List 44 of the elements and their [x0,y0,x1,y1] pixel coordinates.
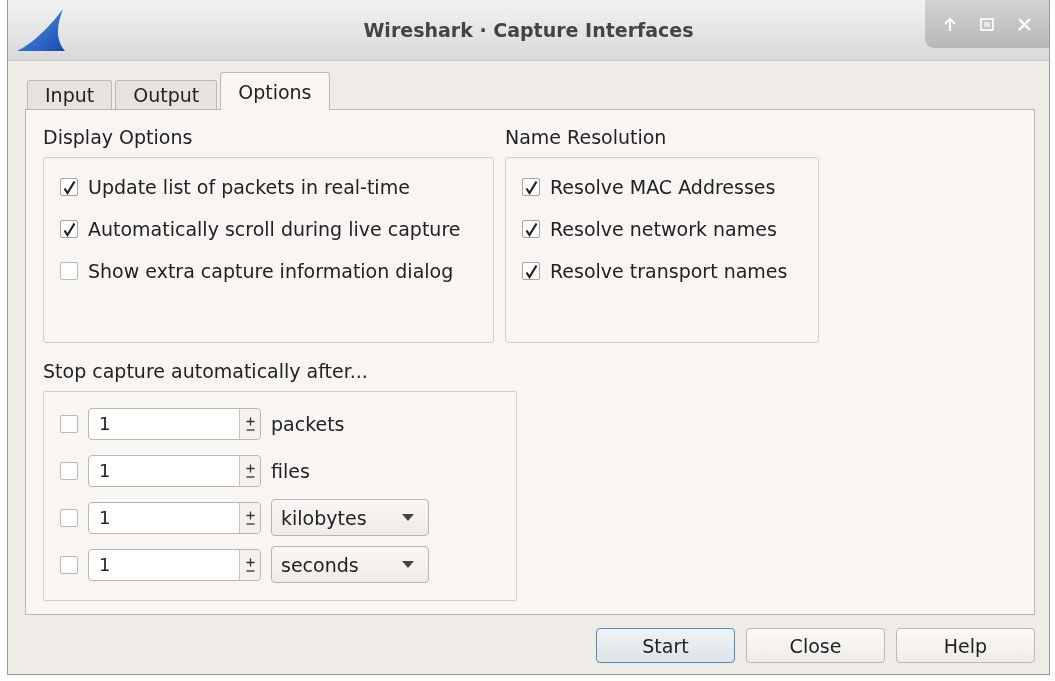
checkbox[interactable] [522,262,540,280]
group-title: Display Options [43,126,194,148]
dropdown-caret-icon [402,514,414,521]
checkbox[interactable] [522,178,540,196]
checkbox[interactable] [60,220,78,238]
tab[interactable]: Input [27,80,113,109]
plus-icon[interactable] [245,510,255,520]
spin-box[interactable]: 1 [88,407,261,440]
checkbox[interactable] [60,414,78,433]
checkbox-label[interactable]: Show extra capture information dialog [88,260,454,282]
spin-box[interactable]: 1 [88,501,261,534]
minus-icon[interactable] [245,522,255,525]
minus-icon[interactable] [245,569,255,572]
window-title: Wireshark · Capture Interfaces [363,19,694,41]
checkbox-label[interactable]: Automatically scroll during live capture [88,218,461,240]
spin-box[interactable]: 1 [88,548,261,581]
checkbox[interactable] [60,508,78,527]
unit-dropdown[interactable]: kilobytes [271,499,429,536]
dropdown-caret-icon [402,561,414,568]
checkbox[interactable] [522,220,540,238]
dialog-button[interactable]: Start [596,628,735,663]
checkbox-label[interactable]: Update list of packets in real-time [88,176,410,198]
minus-icon[interactable] [245,475,255,478]
unit-label: packets [271,412,345,435]
plus-icon[interactable] [245,463,255,473]
unit-dropdown[interactable]: seconds [271,546,429,583]
checkbox[interactable] [60,461,78,480]
spin-box[interactable]: 1 [88,454,261,487]
checkbox[interactable] [60,555,78,574]
checkbox-label[interactable]: Resolve network names [550,218,777,240]
minus-icon[interactable] [245,428,255,431]
checkbox[interactable] [60,178,78,196]
checkbox[interactable] [60,262,78,280]
unit-label: files [271,459,310,482]
group-title: Stop capture automatically after... [43,360,369,382]
checkbox-label[interactable]: Resolve MAC Addresses [550,176,776,198]
plus-icon[interactable] [245,557,255,567]
plus-icon[interactable] [245,416,255,426]
dialog-button[interactable]: Close [746,628,885,663]
dialog-button[interactable]: Help [896,628,1035,663]
group-title: Name Resolution [505,126,668,148]
tab[interactable]: Output [115,80,218,109]
checkbox-label[interactable]: Resolve transport names [550,260,788,282]
tab[interactable]: Options [220,72,330,110]
